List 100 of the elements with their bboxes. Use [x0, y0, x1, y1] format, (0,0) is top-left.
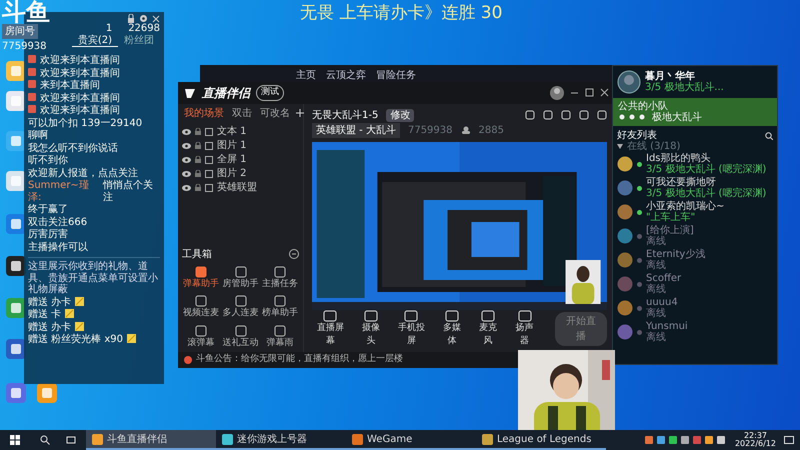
chat-message: 来到本直播间: [40, 80, 100, 92]
tool-icon: [234, 295, 246, 308]
edit-button[interactable]: 修改: [386, 108, 414, 122]
toolbox-title: 工具箱: [182, 248, 212, 262]
popularity-count: 22698: [128, 23, 160, 34]
avatar-icon: [617, 276, 633, 292]
eye-icon[interactable]: [182, 142, 191, 149]
app-logo-icon: [184, 86, 196, 99]
add-icon[interactable]: [296, 109, 304, 118]
tool-button[interactable]: 送礼互动: [222, 324, 260, 350]
control-icon: [518, 310, 532, 322]
collapse-icon[interactable]: [289, 249, 299, 260]
avatar-icon: [617, 70, 641, 94]
settings-icon[interactable]: [139, 14, 148, 23]
control-button[interactable]: 麦克风: [474, 310, 502, 349]
tool-button[interactable]: 多人连麦: [222, 295, 260, 321]
avatar-icon: [617, 180, 633, 196]
announcement-text: 斗鱼公告：给你无限可能，直播有组织，愿上一层楼: [196, 353, 403, 366]
chat-tab[interactable]: 贵宾(2): [72, 34, 118, 47]
maximize-icon[interactable]: [585, 88, 594, 98]
desktop-shortcut-icon: [5, 90, 27, 112]
chat-tab[interactable]: 粉丝团: [118, 34, 160, 47]
tool-button[interactable]: 弹幕雨: [261, 324, 299, 350]
category-tag[interactable]: 英雄联盟 - 大乱斗: [312, 122, 400, 138]
start-icon[interactable]: [10, 435, 20, 445]
friend-status: 离线: [646, 236, 667, 247]
eye-icon[interactable]: [182, 170, 191, 177]
friend-item[interactable]: Eternity少浅 离线: [613, 248, 777, 272]
nav-tab[interactable]: 冒险任务: [376, 68, 416, 82]
chat-message: 欢迎来到本直播间: [40, 92, 120, 104]
control-button[interactable]: 多媒体: [438, 310, 466, 349]
tool-button[interactable]: 视频连麦: [182, 295, 220, 321]
chat-message: 欢迎来到本直播间: [40, 55, 120, 66]
desktop-shortcut-icon: [5, 170, 27, 192]
tool-button[interactable]: 房管助手: [222, 266, 260, 292]
source-item[interactable]: 图片 1: [217, 138, 247, 154]
control-button[interactable]: 手机投屏: [392, 310, 430, 349]
chat-message: 双击关注666: [28, 216, 88, 228]
room-id: 7759938: [408, 124, 453, 138]
friend-item[interactable]: 可我还要撕地呀 3/5 极地大乱斗 (嗯完深渊): [613, 176, 777, 200]
party-mode: 极地大乱斗: [652, 112, 702, 123]
chat-message: 欢迎新人报道，点点关注: [28, 168, 138, 179]
app-icon: [222, 434, 233, 444]
scene-tab[interactable]: 双击: [230, 106, 254, 121]
chat-message: 悄悄点个关注: [102, 180, 154, 203]
chat-message: 赠送 办卡: [28, 296, 72, 308]
user-avatar-icon[interactable]: [550, 86, 564, 100]
source-item[interactable]: 英雄联盟: [217, 180, 257, 196]
desktop-shortcut-icon: [5, 130, 27, 152]
scene-tab[interactable]: 我的场景: [182, 106, 226, 121]
source-item[interactable]: 图片 2: [217, 166, 247, 182]
taskbar-app[interactable]: League of Legends: [476, 430, 606, 450]
friend-item[interactable]: 小亚索的凯瑞心~ "上车上车": [613, 200, 777, 224]
taskbar-app[interactable]: 斗鱼直播伴侣: [86, 430, 216, 450]
tool-button[interactable]: 滚弹幕: [182, 324, 220, 350]
friend-name: 小亚索的凯瑞心~: [646, 201, 724, 212]
chat-message: 我怎么听不到你说话: [28, 142, 118, 154]
close-icon[interactable]: [600, 88, 609, 98]
eye-icon[interactable]: [182, 128, 191, 135]
close-icon[interactable]: [152, 14, 160, 22]
tool-button[interactable]: 主播任务: [261, 266, 299, 292]
chat-message: 聊啊: [28, 130, 48, 142]
friend-group[interactable]: 在线 (3/18): [627, 141, 680, 152]
eye-icon[interactable]: [182, 156, 191, 163]
people-icon: [460, 126, 471, 134]
search-icon[interactable]: [765, 132, 773, 140]
task-view-icon[interactable]: [66, 435, 76, 445]
source-item[interactable]: 文本 1: [217, 124, 247, 140]
scene-tab[interactable]: 可改名: [258, 106, 292, 121]
friend-item[interactable]: uuuu4 离线: [613, 296, 777, 320]
taskbar-app[interactable]: 迷你游戏上号器: [216, 430, 346, 450]
friend-item[interactable]: Ids那比的鸭头 3/5 极地大乱斗 (嗯完深渊): [613, 152, 777, 176]
viewer-count: 2885: [478, 124, 504, 138]
avatar-icon: [617, 156, 633, 172]
control-button[interactable]: 扬声器: [510, 310, 539, 349]
source-item[interactable]: 全屏 1: [217, 152, 247, 168]
avatar-icon: [617, 252, 633, 268]
app-icon: [352, 434, 363, 444]
control-button[interactable]: 摄像头: [356, 310, 385, 349]
tool-button[interactable]: 榜单助手: [261, 295, 299, 321]
friend-status: 3/5 极地大乱斗 (嗯完深渊): [646, 188, 766, 199]
friend-item[interactable]: Scoffer 离线: [613, 272, 777, 296]
eye-icon[interactable]: [182, 184, 191, 191]
taskbar-app[interactable]: WeGame: [346, 430, 476, 450]
caret-icon[interactable]: [617, 144, 623, 149]
notification-icon[interactable]: [784, 436, 794, 444]
chat-message: 欢迎来到本直播间: [40, 105, 120, 116]
nav-tab[interactable]: 主页: [296, 68, 316, 82]
clock-date: 2022/6/12: [734, 440, 776, 448]
chat-message: 主播操作可以: [28, 242, 88, 253]
friend-item[interactable]: [给你上演] 离线: [613, 224, 777, 248]
control-button[interactable]: 直播屏幕: [312, 310, 349, 349]
avatar-icon: [617, 228, 633, 244]
nav-tab[interactable]: 云顶之弈: [326, 68, 366, 82]
desktop-shortcut-icon: [5, 338, 27, 360]
tool-icon: [274, 266, 286, 278]
friend-status: "上车上车": [646, 212, 696, 223]
tool-button[interactable]: 弹幕助手: [182, 266, 220, 292]
search-icon[interactable]: [40, 435, 50, 445]
friend-item[interactable]: Yunsmui 离线: [613, 320, 777, 344]
